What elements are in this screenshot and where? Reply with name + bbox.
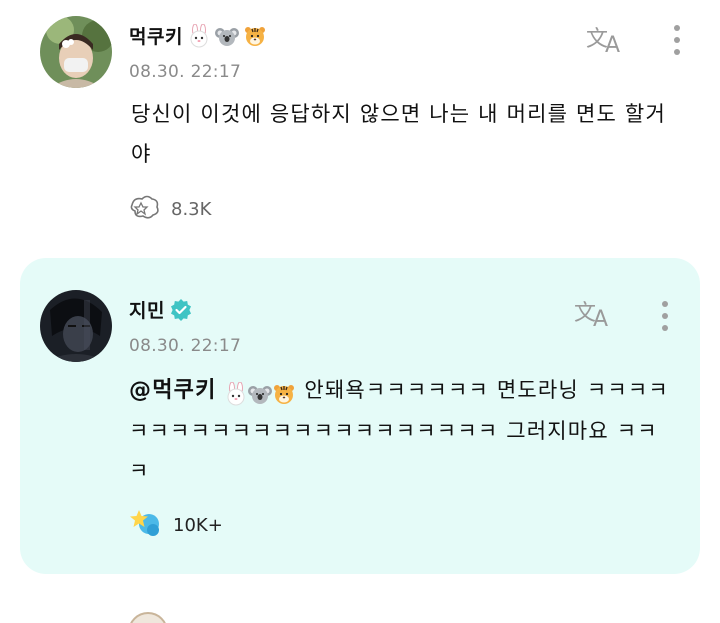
fan-name-row: 먹쿠키 xyxy=(129,22,267,49)
artist-name[interactable]: 지민 xyxy=(129,296,165,323)
tiger-emoji xyxy=(243,24,267,48)
artist-reaction[interactable]: 10K+ xyxy=(129,508,223,542)
fan-post-text: 당신이 이것에 응답하지 않으면 나는 내 머리를 면도 할거야 xyxy=(131,102,666,166)
koala-emoji xyxy=(248,379,273,404)
reaction-filled-icon[interactable] xyxy=(129,508,163,542)
next-post-avatar[interactable] xyxy=(128,612,168,623)
svg-text:A: A xyxy=(605,33,620,56)
more-vertical-icon[interactable] xyxy=(660,300,670,334)
artist-reply-card: 지민 08.30. 22:17 文 A @먹쿠키 안돼욕ㅋㅋㅋㅋㅋㅋ 면도라닝 … xyxy=(20,258,700,574)
rabbit-emoji xyxy=(187,23,211,48)
koala-emoji xyxy=(214,24,239,48)
fan-avatar[interactable] xyxy=(40,16,112,88)
fan-reaction[interactable]: 8.3K xyxy=(129,193,211,225)
artist-reply-text: @먹쿠키 안돼욕ㅋㅋㅋㅋㅋㅋ 면도라닝 ㅋㅋㅋㅋㅋㅋㅋㅋㅋㅋㅋㅋㅋㅋㅋㅋㅋㅋㅋㅋ… xyxy=(129,370,674,491)
more-vertical-icon[interactable] xyxy=(672,24,682,58)
fan-name[interactable]: 먹쿠키 xyxy=(129,22,183,49)
svg-text:A: A xyxy=(593,307,608,330)
reaction-count: 10K+ xyxy=(173,514,223,536)
artist-name-row: 지민 xyxy=(129,296,193,323)
fan-timestamp: 08.30. 22:17 xyxy=(129,62,242,82)
fan-post: 먹쿠키 08.30. 22:17 文 A 당신이 이것에 응답하지 않으면 나는… xyxy=(0,0,720,250)
verified-badge-icon xyxy=(169,298,193,322)
translate-icon[interactable]: 文 A xyxy=(574,296,616,332)
reaction-count: 8.3K xyxy=(171,198,212,220)
reaction-outline-icon[interactable] xyxy=(129,193,161,225)
translate-icon[interactable]: 文 A xyxy=(586,22,628,58)
mention-link[interactable]: @먹쿠키 xyxy=(129,378,217,403)
artist-timestamp: 08.30. 22:17 xyxy=(129,336,242,356)
rabbit-emoji xyxy=(224,379,248,406)
tiger-emoji xyxy=(272,379,296,404)
artist-avatar[interactable] xyxy=(40,290,112,362)
